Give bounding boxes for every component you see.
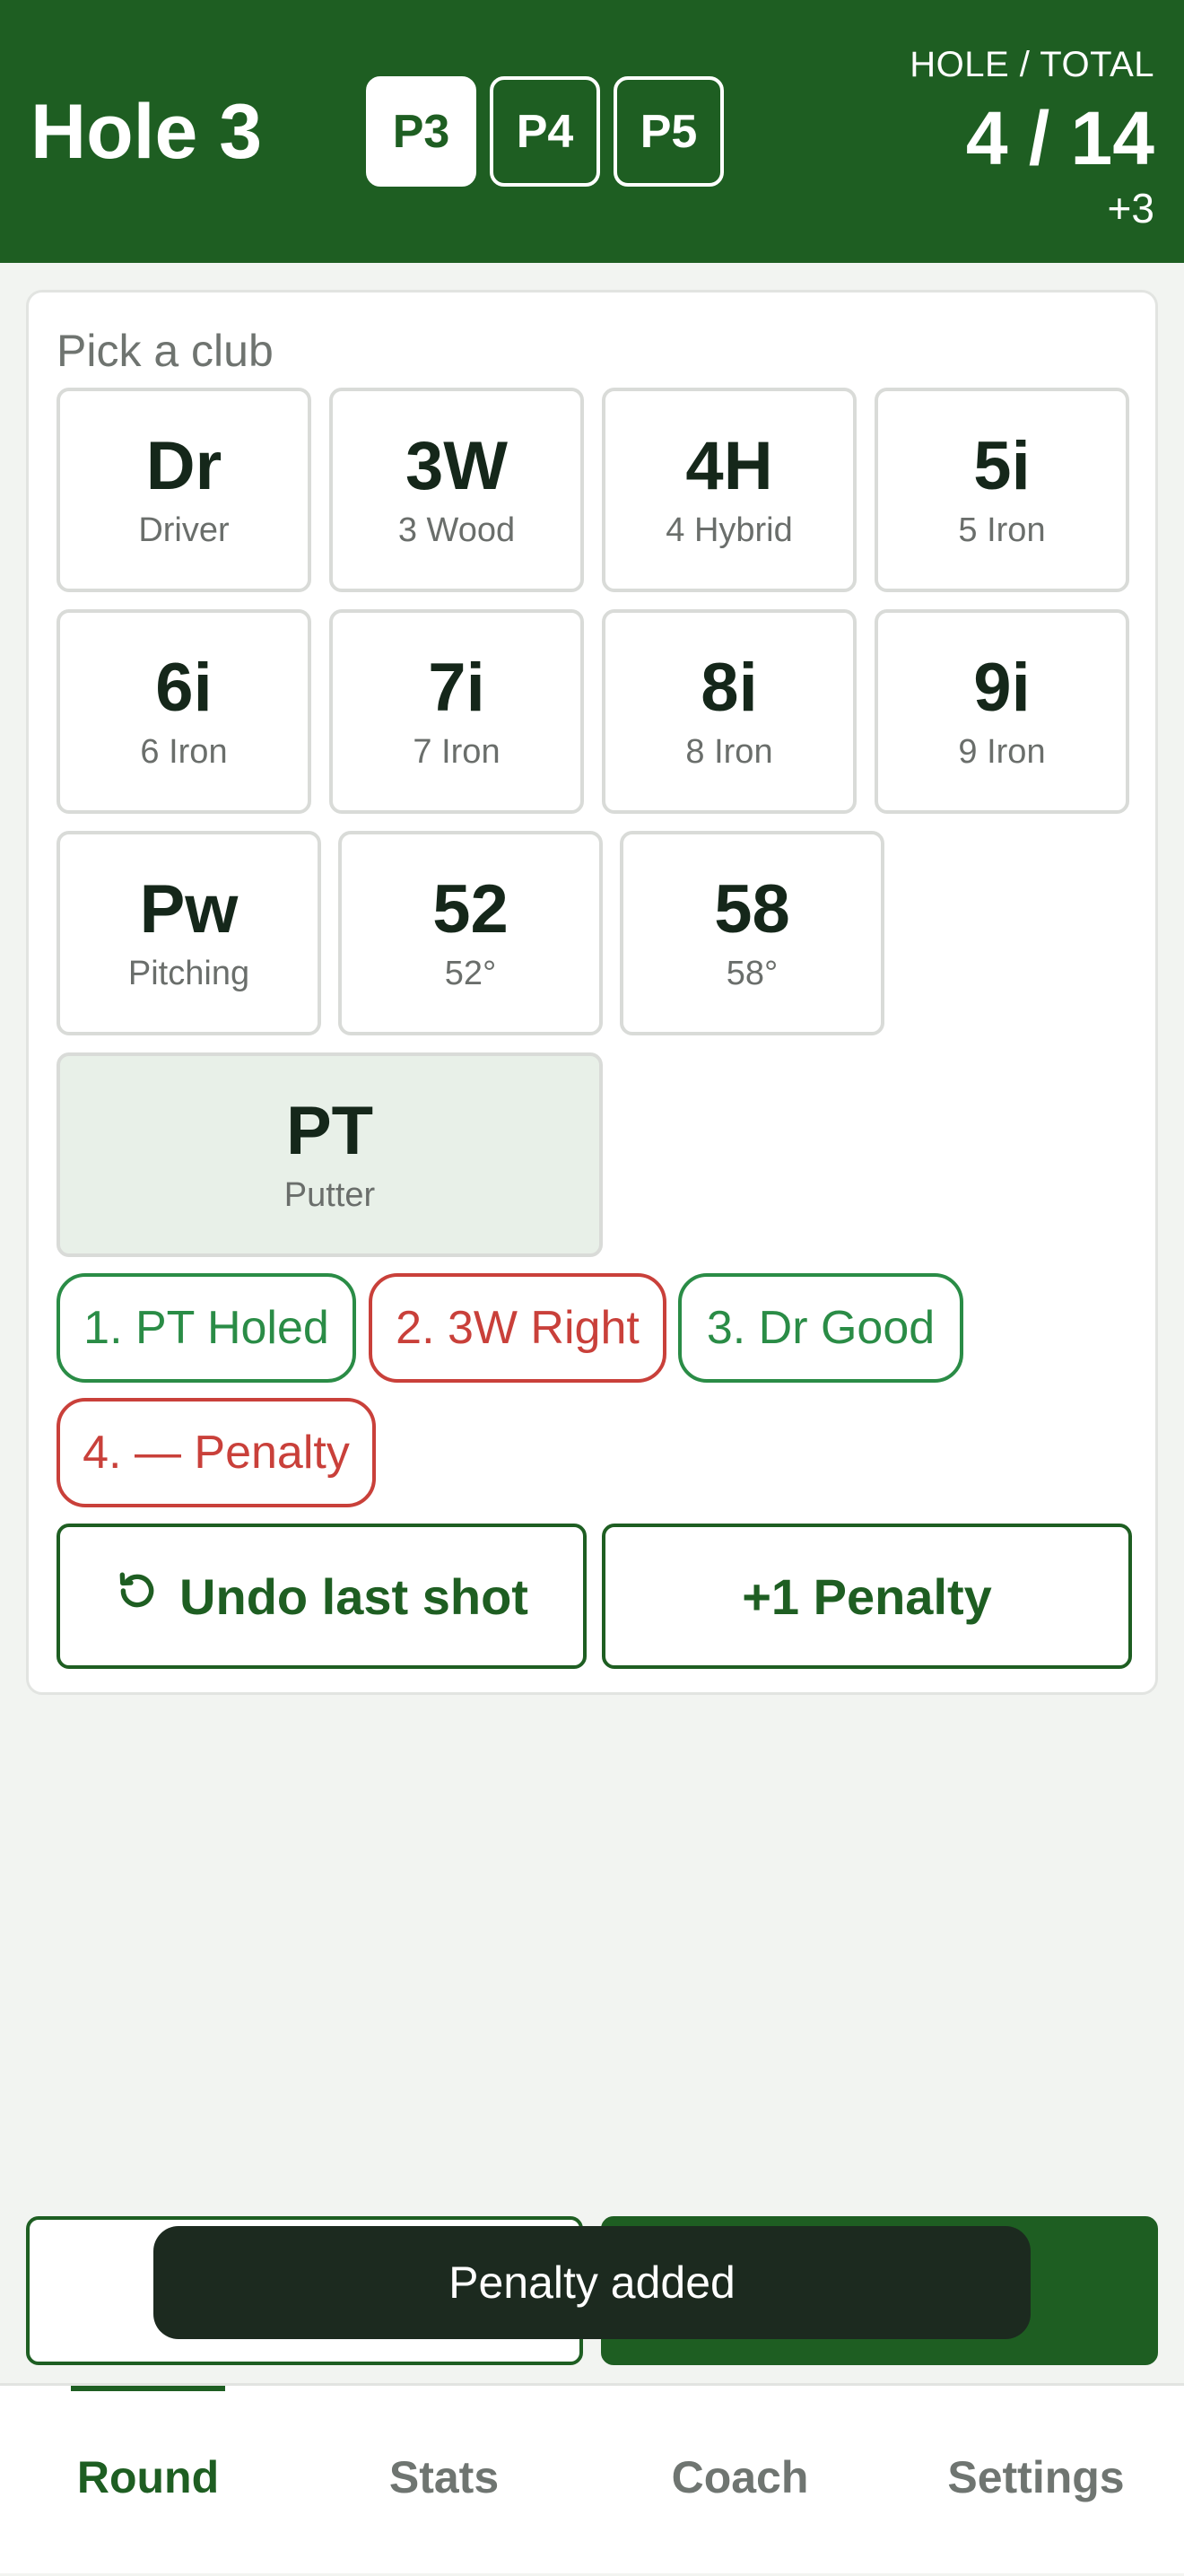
club-code: 5i: [973, 428, 1031, 504]
over-par-readout: +3: [1107, 185, 1154, 231]
par-4-button[interactable]: P4: [490, 76, 600, 187]
club-name: 52°: [444, 955, 497, 992]
club-code: 7i: [428, 650, 485, 726]
club-name: Pitching: [127, 955, 250, 992]
club-code: 3W: [405, 428, 508, 504]
club-code: Pw: [139, 871, 239, 947]
club-code: 4H: [685, 428, 773, 504]
club-putter[interactable]: PT Putter: [57, 1052, 603, 1257]
hole-total-label: HOLE / TOTAL: [910, 45, 1154, 84]
tab-settings[interactable]: Settings: [888, 2386, 1184, 2576]
club-name: 58°: [726, 955, 779, 992]
score-readout: 4 / 14: [965, 96, 1154, 180]
add-penalty-button[interactable]: +1 Penalty: [602, 1524, 1132, 1669]
round-header: Hole 3 P3 P4 P5 HOLE / TOTAL 4 / 14 +3: [0, 0, 1184, 263]
club-6-iron[interactable]: 6i 6 Iron: [57, 609, 311, 814]
undo-label: Undo last shot: [179, 1567, 528, 1625]
club-code: 8i: [701, 650, 758, 726]
club-name: 9 Iron: [958, 733, 1046, 771]
club-7-iron[interactable]: 7i 7 Iron: [329, 609, 584, 814]
club-3-wood[interactable]: 3W 3 Wood: [329, 388, 584, 592]
tab-coach[interactable]: Coach: [592, 2386, 888, 2576]
club-name: 3 Wood: [397, 511, 516, 549]
club-name: 8 Iron: [685, 733, 773, 771]
tab-round[interactable]: Round: [0, 2386, 296, 2576]
undo-icon: [115, 1567, 160, 1626]
club-name: Driver: [138, 511, 230, 549]
hole-title: Hole 3: [30, 89, 263, 175]
club-4-hybrid[interactable]: 4H 4 Hybrid: [602, 388, 857, 592]
toast-notification: Penalty added: [153, 2226, 1031, 2339]
club-5-iron[interactable]: 5i 5 Iron: [875, 388, 1129, 592]
undo-last-shot-button[interactable]: Undo last shot: [57, 1524, 587, 1669]
club-code: 9i: [973, 650, 1031, 726]
par-5-button[interactable]: P5: [614, 76, 724, 187]
club-code: 6i: [155, 650, 213, 726]
club-name: 5 Iron: [958, 511, 1046, 549]
shot-chip-3[interactable]: 3. Dr Good: [678, 1273, 963, 1383]
par-3-button[interactable]: P3: [366, 76, 476, 187]
club-pitching-wedge[interactable]: Pw Pitching: [57, 831, 321, 1035]
club-8-iron[interactable]: 8i 8 Iron: [602, 609, 857, 814]
club-driver[interactable]: Dr Driver: [57, 388, 311, 592]
club-name: 6 Iron: [140, 733, 228, 771]
club-code: 58: [714, 871, 790, 947]
club-58-wedge[interactable]: 58 58°: [620, 831, 884, 1035]
shot-chip-4[interactable]: 4. — Penalty: [57, 1398, 376, 1507]
tab-stats[interactable]: Stats: [296, 2386, 592, 2576]
bottom-tab-bar: Round Stats Coach Settings: [0, 2383, 1184, 2573]
club-code: 52: [432, 871, 509, 947]
club-name: 4 Hybrid: [666, 511, 793, 549]
club-name: Putter: [283, 1176, 376, 1214]
shot-chip-2[interactable]: 2. 3W Right: [369, 1273, 666, 1383]
club-9-iron[interactable]: 9i 9 Iron: [875, 609, 1129, 814]
club-code: Dr: [145, 428, 222, 504]
club-code: PT: [285, 1093, 374, 1169]
pick-club-label: Pick a club: [57, 326, 274, 376]
shot-entry-card: Pick a club Dr Driver 3W 3 Wood 4H 4 Hyb…: [26, 290, 1158, 1695]
club-52-wedge[interactable]: 52 52°: [338, 831, 603, 1035]
shot-chip-1[interactable]: 1. PT Holed: [57, 1273, 356, 1383]
club-name: 7 Iron: [413, 733, 501, 771]
